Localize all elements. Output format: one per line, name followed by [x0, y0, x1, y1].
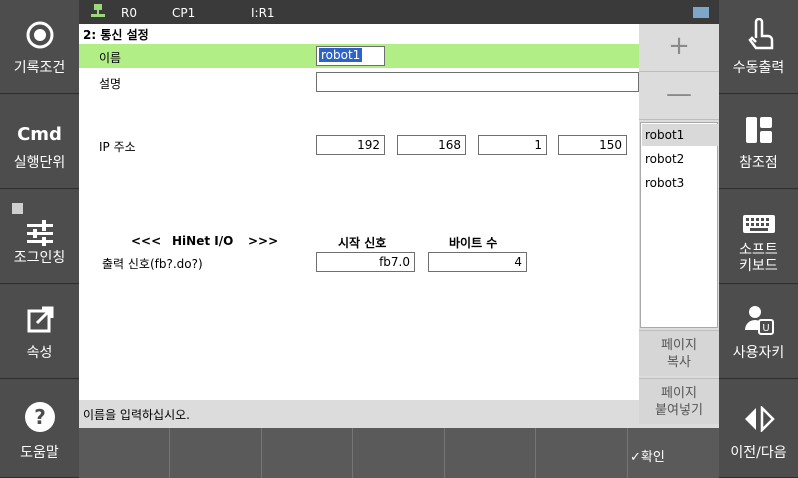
robot-list-item[interactable]: robot2 — [642, 148, 718, 170]
help-button[interactable]: ? 도움말 — [0, 380, 79, 478]
right-label-3: 사용자키 — [732, 345, 785, 361]
right-label-0: 수동출력 — [732, 60, 785, 76]
left-panel: 기록조건 Cmd 실행단위 조그인칭 속성 ? 도움말 — [0, 0, 79, 478]
robot-list-item[interactable]: robot3 — [642, 172, 718, 194]
bottom-divider — [352, 428, 353, 478]
bottom-divider — [261, 428, 262, 478]
touch-icon — [719, 18, 798, 52]
page-title: 2: 통신 설정 — [79, 24, 639, 44]
confirm-button[interactable]: ✓확인 — [630, 446, 665, 465]
record-icon — [0, 18, 79, 52]
io-indicator: I:R1 — [251, 6, 275, 20]
soft-keyboard-button[interactable]: 소프트 키보드 — [719, 190, 798, 284]
bottom-divider — [169, 428, 170, 478]
bottom-divider — [444, 428, 445, 478]
hinet-label: HiNet I/O — [172, 234, 234, 248]
robot-index: R0 — [121, 6, 137, 20]
name-value: robot1 — [319, 48, 363, 62]
description-label: 설명 — [99, 77, 122, 91]
help-icon: ? — [0, 400, 79, 434]
cmd-icon: Cmd — [17, 123, 62, 145]
user-key-button[interactable]: U 사용자키 — [719, 285, 798, 379]
name-field[interactable]: robot1 — [316, 46, 385, 66]
battery-icon — [693, 7, 709, 21]
name-label: 이름 — [99, 51, 122, 65]
description-field[interactable] — [316, 72, 639, 92]
prev-next-icon — [719, 402, 798, 436]
status-message: 이름을 입력하십시오. — [79, 400, 639, 428]
bottom-divider — [627, 428, 628, 478]
ip-octet-4[interactable]: 150 — [558, 135, 627, 155]
top-status-bar: R0 CP1 I:R1 — [79, 0, 719, 24]
prev-next-button[interactable]: 이전/다음 — [719, 380, 798, 478]
left-label-4: 도움말 — [20, 445, 59, 461]
left-label-0: 기록조건 — [13, 60, 66, 76]
right-label-1: 참조점 — [739, 155, 778, 171]
right-panel: 수동출력 참조점 소프트 키보드 U 사용자키 이전/다음 — [719, 0, 798, 478]
start-signal-header: 시작 신호 — [338, 236, 387, 250]
user-key-icon: U — [719, 303, 798, 337]
right-label-2: 소프트 키보드 — [739, 242, 778, 274]
page-paste-button[interactable]: 페이지 붙여넣기 — [639, 378, 719, 424]
reference-point-button[interactable]: 참조점 — [719, 95, 798, 189]
hinet-next-arrows[interactable]: >>> — [248, 234, 278, 248]
svg-text:?: ? — [34, 405, 46, 429]
ip-octet-1[interactable]: 192 — [316, 135, 385, 155]
add-button[interactable]: + — [639, 24, 719, 72]
bottom-bar — [79, 428, 719, 478]
start-signal-field[interactable]: fb7.0 — [316, 252, 415, 272]
page-copy-button[interactable]: 페이지 복사 — [639, 330, 719, 376]
byte-count-header: 바이트 수 — [449, 236, 498, 250]
ip-octet-2[interactable]: 168 — [397, 135, 466, 155]
ip-label: IP 주소 — [99, 140, 136, 154]
output-signal-label: 출력 신호(fb?.do?) — [102, 257, 203, 271]
external-link-icon — [0, 303, 79, 337]
attribute-button[interactable]: 속성 — [0, 285, 79, 379]
manual-output-button[interactable]: 수동출력 — [719, 0, 798, 94]
robot-list-item[interactable]: robot1 — [642, 124, 718, 146]
control-program: CP1 — [172, 6, 196, 20]
grid-icon — [719, 113, 798, 147]
status-square — [12, 203, 23, 214]
svg-text:U: U — [762, 323, 769, 334]
hinet-prev-arrows[interactable]: <<< — [131, 234, 161, 248]
network-icon — [91, 4, 105, 21]
record-condition-button[interactable]: 기록조건 — [0, 0, 79, 94]
exec-unit-button[interactable]: Cmd 실행단위 — [0, 95, 79, 189]
ip-octet-3[interactable]: 1 — [478, 135, 547, 155]
byte-count-field[interactable]: 4 — [428, 252, 527, 272]
robot-list: robot1 robot2 robot3 — [640, 122, 718, 328]
keyboard-icon — [719, 212, 798, 236]
bottom-divider — [535, 428, 536, 478]
left-label-2: 조그인칭 — [13, 250, 66, 266]
sliders-icon — [0, 216, 79, 250]
right-label-4: 이전/다음 — [730, 445, 787, 461]
left-label-1: 실행단위 — [13, 155, 66, 171]
left-label-3: 속성 — [26, 345, 53, 361]
remove-button[interactable]: — — [639, 72, 719, 120]
